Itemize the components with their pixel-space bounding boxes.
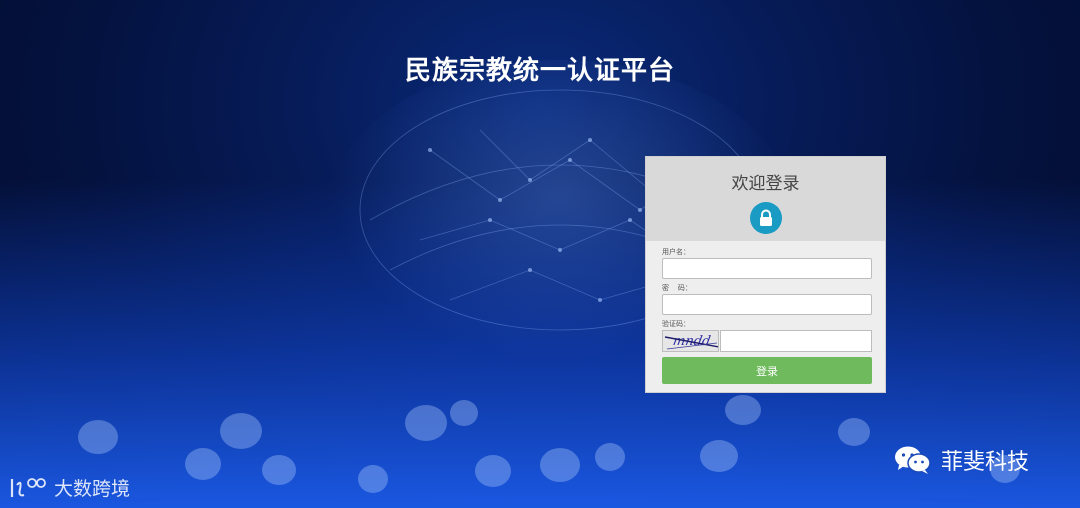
username-label: 用户名： (662, 248, 690, 256)
bokeh-light (78, 420, 118, 454)
bokeh-light (220, 413, 262, 449)
captcha-row: mndd (662, 330, 872, 352)
password-input[interactable] (662, 294, 872, 315)
watermark-left-text: 大数跨境 (54, 478, 131, 500)
bokeh-light (838, 418, 870, 446)
bokeh-light (262, 455, 296, 485)
wechat-icon (895, 446, 931, 474)
bokeh-light (450, 400, 478, 426)
captcha-label: 验证码： (662, 320, 690, 328)
captcha-input[interactable] (720, 330, 872, 352)
bokeh-light (475, 455, 511, 487)
watermark-left: 大数跨境 (8, 474, 130, 501)
dashu-logo-icon (10, 477, 46, 497)
login-card-title: 欢迎登录 (731, 174, 800, 194)
bokeh-light (595, 443, 625, 471)
watermark-right: 菲斐科技 (893, 443, 1029, 477)
bokeh-light (725, 395, 761, 425)
login-button[interactable]: 登录 (662, 357, 872, 384)
page-title: 民族宗教统一认证平台 (404, 56, 675, 86)
username-input[interactable] (662, 258, 872, 279)
bokeh-light (405, 405, 447, 441)
watermark-right-text: 菲斐科技 (941, 450, 1030, 475)
login-card-header: 欢迎登录 (646, 157, 885, 241)
bokeh-light (540, 448, 580, 482)
login-form: 用户名： 密 码： 验证码： mndd 登录 (646, 241, 885, 384)
bokeh-light (700, 440, 738, 472)
bokeh-light (185, 448, 221, 480)
password-label: 密 码： (662, 284, 692, 292)
lock-icon (749, 202, 782, 234)
bokeh-light (358, 465, 388, 493)
login-card: 欢迎登录 用户名： 密 码： 验证码： mndd 登录 (645, 156, 886, 393)
captcha-image[interactable]: mndd (662, 330, 719, 352)
captcha-noise (664, 336, 718, 350)
